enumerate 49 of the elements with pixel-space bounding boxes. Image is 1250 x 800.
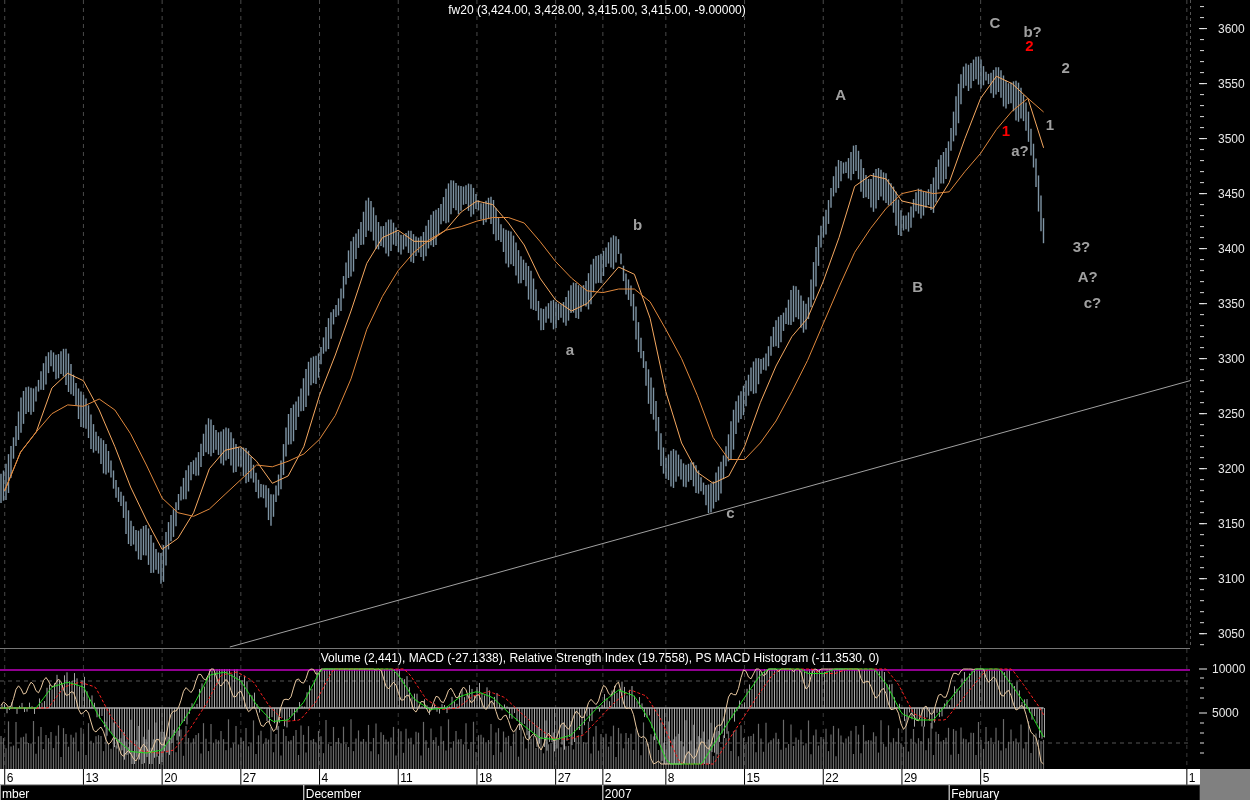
panel-title: Volume (2,441), MACD (-27.1338), Relative Strength Index (19.7558), PS MACD Histogram (-11.3530, 0) bbox=[320, 651, 880, 665]
date-label: 18 bbox=[478, 771, 493, 785]
wave-label: 3? bbox=[1072, 237, 1091, 255]
axis-tick-label: 3550 bbox=[1218, 76, 1245, 91]
axis-tick-label: 3450 bbox=[1218, 186, 1245, 201]
axis-tick-label: 3050 bbox=[1218, 626, 1245, 641]
axis-tick-label: 3250 bbox=[1218, 406, 1245, 421]
date-label: 4 bbox=[321, 771, 329, 785]
date-label: 27 bbox=[557, 771, 571, 785]
axis-tick-label: 3150 bbox=[1218, 516, 1245, 531]
axis-tick-label: 3350 bbox=[1218, 296, 1245, 311]
chart-title: fw20 (3,424.00, 3,428.00, 3,415.00, 3,415.00, -9.00000) bbox=[448, 3, 746, 17]
date-label: 11 bbox=[400, 771, 413, 785]
wave-label: A bbox=[835, 86, 846, 104]
date-label: 29 bbox=[903, 771, 918, 785]
wave-label: a? bbox=[1011, 142, 1029, 160]
month-label: December bbox=[305, 787, 362, 800]
month-label: February bbox=[951, 787, 1000, 800]
date-label: 8 bbox=[667, 771, 675, 785]
axis-tick-label: 3400 bbox=[1218, 241, 1245, 256]
date-label: 6 bbox=[6, 771, 14, 785]
date-label: 20 bbox=[164, 771, 178, 785]
month-label: 2007 bbox=[604, 787, 632, 800]
axis-tick-label: 3100 bbox=[1218, 571, 1245, 586]
month-label: mber bbox=[2, 787, 30, 800]
date-label: 15 bbox=[746, 771, 760, 785]
date-label: 2 bbox=[604, 771, 612, 785]
wave-label: B bbox=[912, 277, 924, 295]
wave-label: 1 bbox=[1001, 122, 1010, 140]
axis-tick-label: 10000 bbox=[1212, 662, 1246, 676]
wave-label: C bbox=[989, 13, 1001, 31]
wave-label: 2 bbox=[1061, 58, 1070, 76]
date-label: 5 bbox=[982, 771, 990, 785]
date-label: 13 bbox=[85, 771, 99, 785]
axis-tick-label: 3500 bbox=[1218, 131, 1245, 146]
axis-tick-label: 3300 bbox=[1218, 351, 1245, 366]
axis-tick-label: 3600 bbox=[1218, 21, 1245, 36]
wave-label: 1 bbox=[1045, 115, 1055, 133]
wave-label: a bbox=[565, 341, 574, 359]
date-label: 27 bbox=[242, 771, 257, 785]
corner-panel bbox=[1200, 769, 1250, 800]
axis-tick-label: 5000 bbox=[1212, 706, 1239, 720]
wave-label: c bbox=[726, 504, 735, 522]
date-label: 1 bbox=[1188, 771, 1196, 785]
wave-label: c? bbox=[1083, 294, 1102, 312]
axis-tick-label: 3200 bbox=[1218, 461, 1245, 476]
wave-label: b bbox=[632, 215, 643, 233]
date-label: 22 bbox=[825, 771, 839, 785]
wave-label: A? bbox=[1077, 267, 1098, 285]
